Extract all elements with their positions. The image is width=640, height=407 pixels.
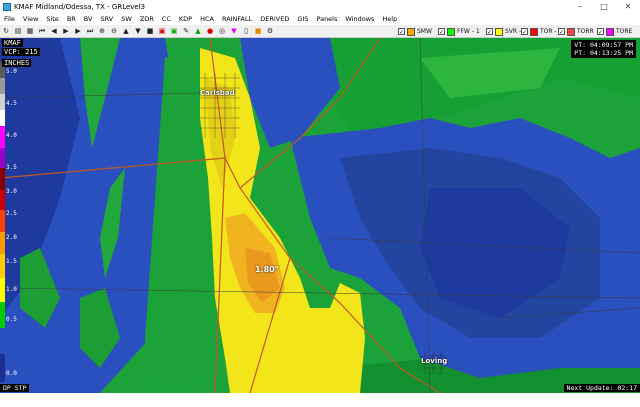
menu-help[interactable]: Help xyxy=(378,15,401,23)
warning-toggle-smw[interactable]: ✓ SMW xyxy=(398,26,432,37)
prev-frame-icon[interactable]: ◀ xyxy=(49,26,59,36)
tilt-down-icon[interactable]: ▼ xyxy=(133,26,143,36)
next-frame-icon[interactable]: ▶ xyxy=(73,26,83,36)
tilt-up-icon[interactable]: ▲ xyxy=(121,26,131,36)
warning-label: FFW - 1 xyxy=(457,28,480,35)
status-bar: DP STP Next Update: 02:17 xyxy=(0,383,640,393)
sweep-down-icon[interactable]: ⊖ xyxy=(109,26,119,36)
last-frame-icon[interactable]: ⏭ xyxy=(85,26,95,36)
reflectivity-icon[interactable]: ▣ xyxy=(157,26,167,36)
legend-tick: 0.0 xyxy=(6,370,17,377)
product-time: PT: 04:13:25 PM xyxy=(574,49,633,57)
menu-sw[interactable]: SW xyxy=(117,15,136,23)
warning-toggle-ffw[interactable]: ✓ FFW - 1 xyxy=(438,26,480,37)
warning-label: TORR xyxy=(577,28,594,35)
maximize-button[interactable]: □ xyxy=(592,0,616,13)
legend-tick: 3.0 xyxy=(6,188,17,195)
first-frame-icon[interactable]: ⏮ xyxy=(37,26,47,36)
color-swatch xyxy=(407,27,415,36)
checkbox-icon[interactable]: ✓ xyxy=(398,28,405,36)
circle-red-icon[interactable]: ● xyxy=(205,26,215,36)
menu-srv[interactable]: SRV xyxy=(97,15,118,23)
product-label: DP STP xyxy=(0,384,30,392)
refresh-icon[interactable]: ↻ xyxy=(1,26,11,36)
city-label-loving[interactable]: Loving xyxy=(421,357,447,365)
checkbox-icon[interactable]: ✓ xyxy=(486,28,493,36)
play-icon[interactable]: ▶ xyxy=(61,26,71,36)
window-title: KMAF Midland/Odessa, TX - GRLevel3 xyxy=(14,2,146,11)
city-label-carlsbad[interactable]: Carlsbad xyxy=(200,89,235,97)
color-swatch xyxy=(530,27,538,36)
checkbox-icon[interactable]: ✓ xyxy=(558,28,565,36)
point-value-label: 1.80" xyxy=(255,265,279,274)
square-orange-icon[interactable]: ■ xyxy=(253,26,263,36)
target-icon[interactable]: ◎ xyxy=(217,26,227,36)
triangle-green-icon[interactable]: ▲ xyxy=(193,26,203,36)
menu-cc[interactable]: CC xyxy=(158,15,175,23)
color-swatch xyxy=(447,27,455,36)
checkbox-icon[interactable]: ✓ xyxy=(438,28,445,36)
legend-colorbar xyxy=(0,62,5,382)
grid-icon[interactable]: ▦ xyxy=(25,26,35,36)
time-readout: VT: 04:09:57 PM PT: 04:13:25 PM xyxy=(571,40,636,58)
menu-windows[interactable]: Windows xyxy=(341,15,378,23)
legend-tick: 1.0 xyxy=(6,286,17,293)
warning-label: TORE xyxy=(616,28,633,35)
legend-tick: 0.5 xyxy=(6,316,17,323)
minimize-button[interactable]: – xyxy=(568,0,592,13)
triangle-magenta-icon[interactable]: ▼ xyxy=(229,26,239,36)
color-swatch xyxy=(567,27,575,36)
velocity-icon[interactable]: ▣ xyxy=(169,26,179,36)
warning-toggle-torr[interactable]: ✓ TORR xyxy=(558,26,594,37)
radar-precip-field xyxy=(0,38,640,393)
menu-derived[interactable]: DERIVED xyxy=(256,15,293,23)
menu-panels[interactable]: Panels xyxy=(312,15,341,23)
warning-toggle-tore[interactable]: ✓ TORE xyxy=(597,26,632,37)
stop-icon[interactable]: ■ xyxy=(145,26,155,36)
menu-zdr[interactable]: ZDR xyxy=(136,15,158,23)
color-swatch xyxy=(495,27,503,36)
site-label: KMAF xyxy=(2,39,23,47)
legend-tick: 5.0 xyxy=(6,68,17,75)
close-button[interactable]: ✕ xyxy=(616,0,640,13)
legend-tick: 2.5 xyxy=(6,210,17,217)
pencil-icon[interactable]: ✎ xyxy=(181,26,191,36)
warning-toggle-tor[interactable]: ✓ TOR - 2 xyxy=(521,26,562,37)
next-update-label: Next Update: 02:17 xyxy=(563,384,640,392)
menu-bv[interactable]: BV xyxy=(80,15,97,23)
menu-gis[interactable]: GIS xyxy=(293,15,312,23)
legend-tick: 2.0 xyxy=(6,234,17,241)
menu-kdp[interactable]: KDP xyxy=(175,15,196,23)
sweep-up-icon[interactable]: ⊕ xyxy=(97,26,107,36)
menu-view[interactable]: View xyxy=(19,15,42,23)
color-swatch xyxy=(606,27,614,36)
layers-icon[interactable]: ▤ xyxy=(13,26,23,36)
checkbox-icon[interactable]: ✓ xyxy=(521,28,528,36)
menu-rainfall[interactable]: RAINFALL xyxy=(218,15,256,23)
units-label: INCHES xyxy=(2,59,32,67)
warning-label: SMW xyxy=(417,28,432,35)
window-bottom xyxy=(0,393,640,407)
radar-map[interactable]: 5.0 4.5 4.0 3.5 3.0 2.5 2.0 1.5 1.0 0.5 … xyxy=(0,38,640,393)
legend-tick: 3.5 xyxy=(6,164,17,171)
menu-bar: File View Site BR BV SRV SW ZDR CC KDP H… xyxy=(0,13,640,25)
legend-tick: 4.0 xyxy=(6,132,17,139)
settings-icon[interactable]: ⚙ xyxy=(265,26,275,36)
lock-icon[interactable]: ▯ xyxy=(241,26,251,36)
checkbox-icon[interactable]: ✓ xyxy=(597,28,604,36)
legend-tick: 1.5 xyxy=(6,258,17,265)
legend-tick: 4.5 xyxy=(6,100,17,107)
vcp-label: VCP: 215 xyxy=(2,48,40,56)
title-bar: KMAF Midland/Odessa, TX - GRLevel3 – □ ✕ xyxy=(0,0,640,13)
menu-hca[interactable]: HCA xyxy=(196,15,218,23)
menu-file[interactable]: File xyxy=(0,15,19,23)
valid-time: VT: 04:09:57 PM xyxy=(574,41,633,49)
menu-site[interactable]: Site xyxy=(42,15,62,23)
app-icon xyxy=(3,2,11,11)
menu-br[interactable]: BR xyxy=(63,15,80,23)
